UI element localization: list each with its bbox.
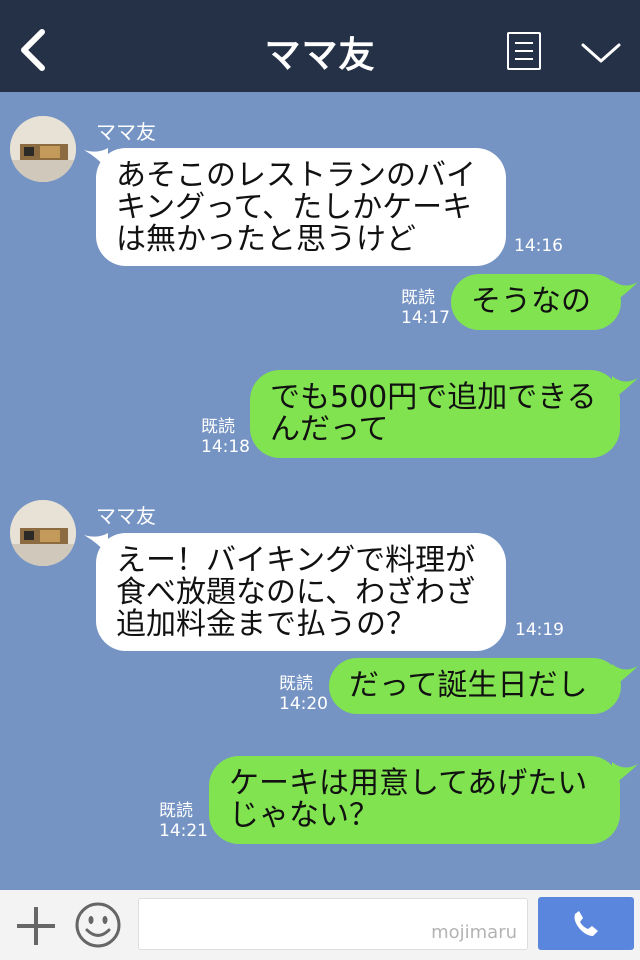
message-line: じゃない？ xyxy=(229,798,379,833)
message-line: そうなの xyxy=(471,284,591,319)
message-line: は無かったと思うけど xyxy=(116,222,416,257)
message-line: 食べ放題なのに、わざわざ xyxy=(116,575,476,610)
avatar[interactable] xyxy=(10,116,76,182)
read-receipt: 既読 14:20 xyxy=(279,674,328,714)
read-label: 既読 xyxy=(201,417,235,437)
sender-name: ママ友 xyxy=(96,120,156,144)
message-list: ママ友 あそこのレストランのバイ キングって、たしかケーキ は無かったと思うけど… xyxy=(0,92,640,890)
message-line: ケーキは用意してあげたい xyxy=(229,766,588,801)
message-time: 14:21 xyxy=(159,821,208,841)
phone-icon xyxy=(574,911,598,936)
message-line: あそこのレストランのバイ xyxy=(116,158,476,193)
message-time: 14:17 xyxy=(401,308,450,328)
message-time: 14:19 xyxy=(515,620,564,640)
message-time: 14:16 xyxy=(514,236,563,256)
chevron-down-icon[interactable] xyxy=(580,40,622,66)
call-button[interactable] xyxy=(538,897,634,950)
message-line: んだって xyxy=(270,412,389,447)
message-time: 14:20 xyxy=(279,694,328,714)
read-receipt: 既読 14:17 xyxy=(401,288,450,328)
message-bubble[interactable]: ケーキは用意してあげたい じゃない？ xyxy=(209,756,620,844)
message-line: 追加料金まで払うの？ xyxy=(116,607,416,642)
chat-header: ママ友 xyxy=(0,0,640,92)
note-icon[interactable] xyxy=(507,32,541,70)
read-label: 既読 xyxy=(401,288,435,308)
bubble-tail xyxy=(612,664,638,688)
message-bubble[interactable]: そうなの xyxy=(451,274,621,330)
message-input[interactable]: mojimaru xyxy=(138,898,528,950)
message-line: だって誕生日だし xyxy=(349,668,588,703)
message-line: でも500円で追加できる xyxy=(270,380,597,415)
sender-name: ママ友 xyxy=(96,504,156,528)
plus-icon[interactable] xyxy=(14,904,58,948)
chat-title: ママ友 xyxy=(264,35,376,76)
message-bubble[interactable]: だって誕生日だし xyxy=(329,658,621,714)
message-line: キングって、たしかケーキ xyxy=(116,190,473,225)
read-receipt: 既読 14:21 xyxy=(159,801,208,841)
read-label: 既読 xyxy=(159,801,193,821)
read-label: 既読 xyxy=(279,674,313,694)
bubble-tail xyxy=(612,762,638,786)
avatar[interactable] xyxy=(10,500,76,566)
bubble-tail xyxy=(612,376,638,400)
bubble-tail xyxy=(612,280,638,304)
message-bubble[interactable]: えー！バイキングで料理が 食べ放題なのに、わざわざ 追加料金まで払うの？ xyxy=(96,533,506,651)
message-bubble[interactable]: あそこのレストランのバイ キングって、たしかケーキ は無かったと思うけど xyxy=(96,148,506,266)
message-time: 14:18 xyxy=(201,437,250,457)
message-line: えー！バイキングで料理が xyxy=(116,543,476,578)
message-bubble[interactable]: でも500円で追加できる んだって xyxy=(250,370,620,458)
read-receipt: 既読 14:18 xyxy=(201,417,250,457)
smiley-icon[interactable] xyxy=(74,901,122,949)
watermark-text: mojimaru xyxy=(431,922,517,943)
